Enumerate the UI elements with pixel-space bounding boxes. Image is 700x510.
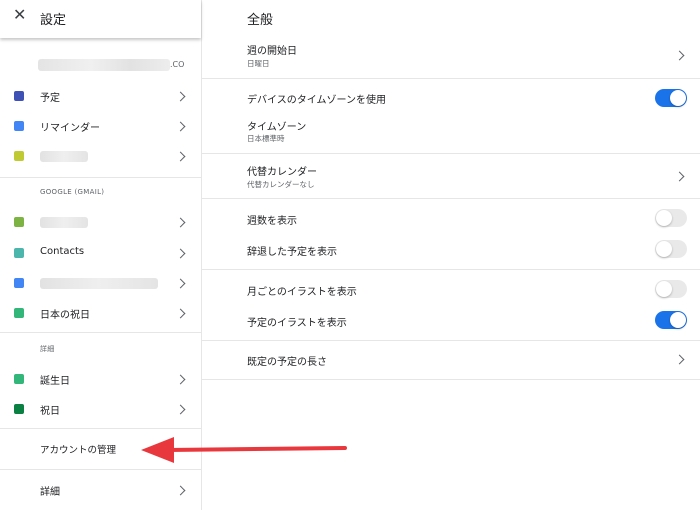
calendar-color-swatch (14, 404, 24, 414)
more-details-label: 詳細 (40, 487, 60, 498)
event-illustrations-toggle[interactable] (655, 311, 687, 329)
divider (202, 198, 700, 199)
calendar-color-swatch (14, 121, 24, 131)
calendar-item[interactable]: Contacts (0, 238, 201, 268)
setting-title: 週数を表示 (247, 216, 297, 227)
redacted-calendar-name (40, 151, 88, 162)
device-timezone-setting[interactable]: デバイスのタイムゾーンを使用 (202, 80, 700, 110)
chevron-right-icon (175, 485, 186, 496)
divider (202, 269, 700, 270)
calendar-item-label: 予定 (40, 93, 60, 104)
section-label-details: 詳細 (40, 345, 55, 353)
setting-title: 週の開始日 (247, 46, 297, 57)
show-declined-toggle[interactable] (655, 240, 687, 258)
chevron-right-icon (175, 151, 186, 162)
calendar-item[interactable] (0, 268, 201, 298)
calendar-color-swatch (14, 308, 24, 318)
chevron-right-icon (175, 91, 186, 102)
monthly-illustrations-setting[interactable]: 月ごとのイラストを表示 (202, 274, 700, 304)
divider (202, 153, 700, 154)
calendar-color-swatch (14, 217, 24, 227)
setting-title: 既定の予定の長さ (247, 357, 327, 368)
setting-value: 代替カレンダーなし (247, 180, 315, 189)
manage-accounts-item[interactable]: アカウントの管理 (0, 434, 201, 464)
default-duration-setting[interactable]: 既定の予定の長さ (202, 344, 700, 376)
divider (202, 78, 700, 79)
calendar-item-label: Contacts (40, 246, 85, 257)
divider (202, 340, 700, 341)
calendar-color-swatch (14, 374, 24, 384)
account-email-suffix: .CO (170, 60, 185, 69)
chevron-right-icon (175, 374, 186, 385)
toggle-knob (670, 312, 686, 328)
toggle-knob (670, 90, 686, 106)
week-start-setting[interactable]: 週の開始日 日曜日 (202, 34, 700, 78)
divider (0, 177, 201, 178)
calendar-item-label: リマインダー (40, 123, 100, 134)
toggle-knob (656, 210, 672, 226)
settings-sidebar: ✕ 設定 .CO GOOGLE (GMAIL) 詳細 アカウントの管理 詳細 予… (0, 0, 202, 510)
calendar-color-swatch (14, 151, 24, 161)
setting-title: 予定のイラストを表示 (247, 318, 347, 329)
calendar-item[interactable]: 予定 (0, 81, 201, 111)
setting-value: 日本標準時 (247, 134, 285, 143)
calendar-item-label: 祝日 (40, 406, 60, 417)
section-label-google: GOOGLE (GMAIL) (40, 188, 105, 196)
show-declined-setting[interactable]: 辞退した予定を表示 (202, 234, 700, 264)
calendar-color-swatch (14, 91, 24, 101)
chevron-right-icon (674, 171, 685, 182)
sidebar-title: 設定 (40, 13, 67, 28)
setting-value: 日曜日 (247, 59, 270, 68)
chevron-right-icon (175, 404, 186, 415)
chevron-right-icon (175, 248, 186, 259)
account-email: .CO (0, 58, 201, 72)
chevron-right-icon (175, 217, 186, 228)
setting-title: デバイスのタイムゾーンを使用 (247, 95, 386, 106)
chevron-right-icon (175, 278, 186, 289)
chevron-right-icon (175, 121, 186, 132)
device-timezone-toggle[interactable] (655, 89, 687, 107)
more-details-item[interactable]: 詳細 (0, 475, 201, 505)
redacted-calendar-name (40, 278, 158, 289)
divider (0, 428, 201, 429)
show-week-numbers-toggle[interactable] (655, 209, 687, 227)
chevron-right-icon (674, 354, 685, 365)
calendar-item-label: 日本の祝日 (40, 310, 90, 321)
monthly-illustrations-toggle[interactable] (655, 280, 687, 298)
divider (0, 469, 201, 470)
calendar-color-swatch (14, 278, 24, 288)
redacted-calendar-name (40, 217, 88, 228)
calendar-item[interactable]: 祝日 (0, 394, 201, 424)
calendar-item[interactable] (0, 141, 201, 171)
divider (0, 332, 201, 333)
general-settings-panel: 全般 週の開始日 日曜日 デバイスのタイムゾーンを使用 タイムゾーン 日本標準時… (202, 0, 700, 510)
calendar-color-swatch (14, 248, 24, 258)
event-illustrations-setting[interactable]: 予定のイラストを表示 (202, 305, 700, 335)
calendar-item[interactable]: 日本の祝日 (0, 298, 201, 328)
setting-title: 辞退した予定を表示 (247, 247, 337, 258)
chevron-right-icon (674, 50, 685, 61)
calendar-item[interactable] (0, 207, 201, 237)
toggle-knob (656, 281, 672, 297)
alternate-calendar-setting[interactable]: 代替カレンダー 代替カレンダーなし (202, 155, 700, 197)
calendar-item-label: 誕生日 (40, 376, 70, 387)
divider (202, 379, 700, 380)
toggle-knob (656, 241, 672, 257)
setting-title: 月ごとのイラストを表示 (247, 287, 357, 298)
show-week-numbers-setting[interactable]: 週数を表示 (202, 203, 700, 233)
setting-title: 代替カレンダー (247, 167, 317, 178)
chevron-right-icon (175, 308, 186, 319)
calendar-item[interactable]: 誕生日 (0, 364, 201, 394)
redacted-email (38, 59, 170, 71)
timezone-setting[interactable]: タイムゾーン 日本標準時 (202, 110, 700, 150)
manage-accounts-label: アカウントの管理 (40, 445, 117, 456)
sidebar-header: ✕ 設定 (0, 0, 201, 38)
page-title: 全般 (247, 13, 274, 28)
setting-title: タイムゾーン (247, 122, 307, 133)
calendar-item[interactable]: リマインダー (0, 111, 201, 141)
close-icon[interactable]: ✕ (13, 5, 26, 24)
